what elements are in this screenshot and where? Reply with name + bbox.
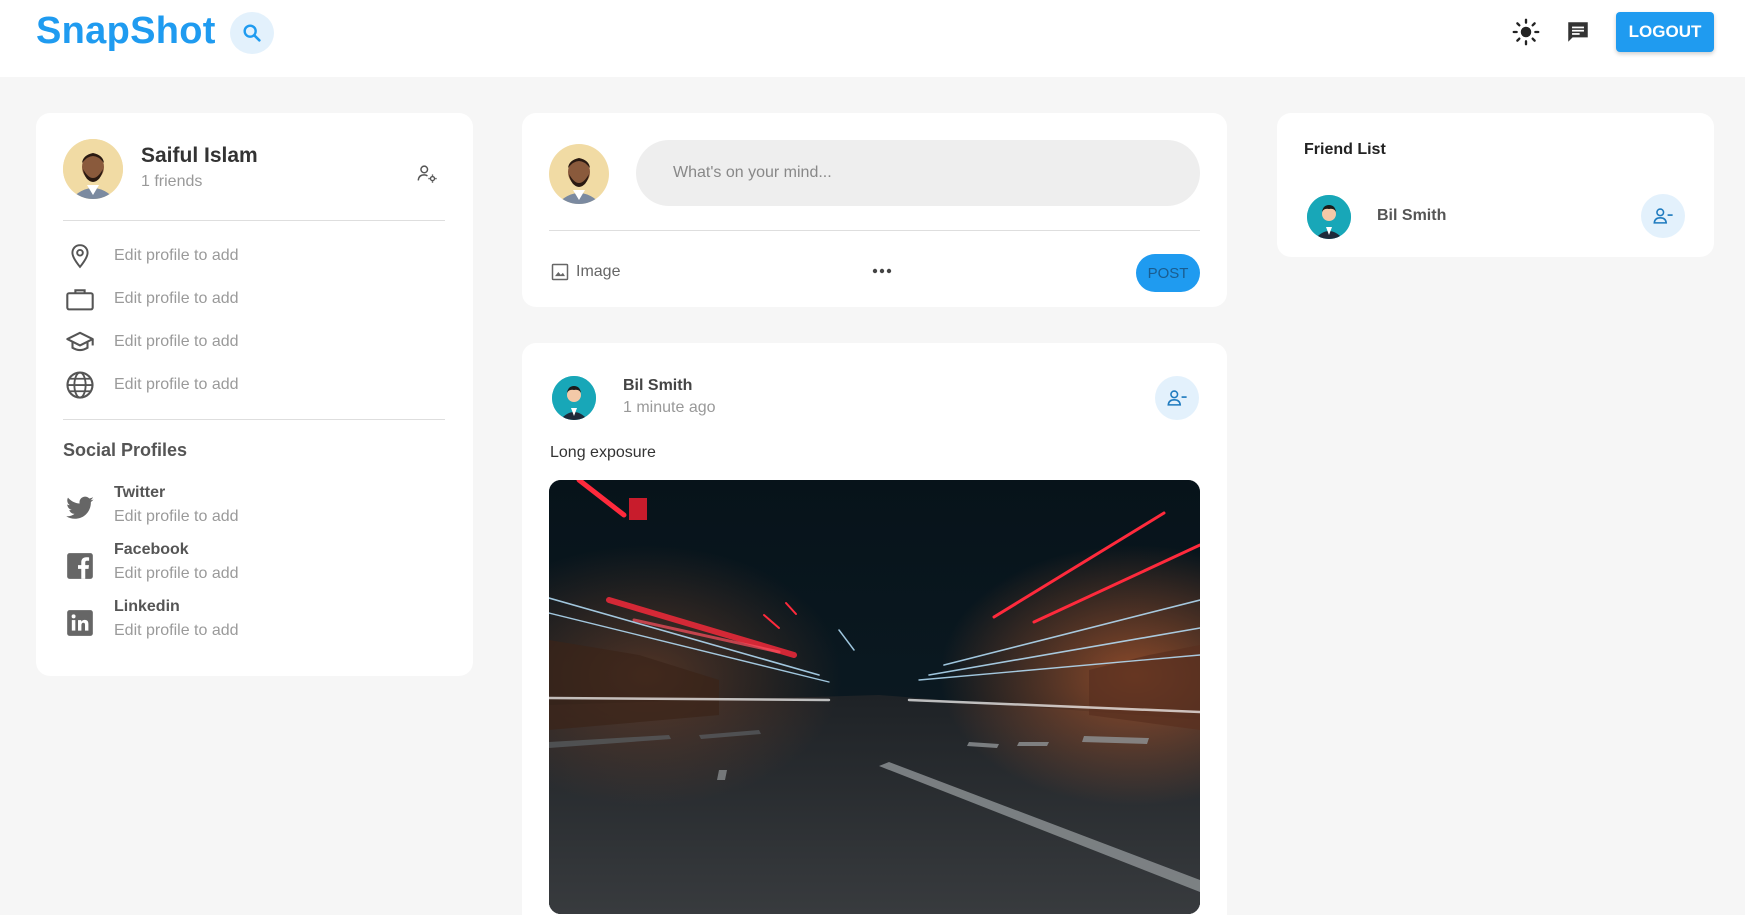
social-text: Edit profile to add: [114, 508, 239, 525]
more-horiz-icon: [872, 268, 892, 274]
user-avatar-icon: [1307, 195, 1351, 239]
divider: [63, 419, 445, 420]
theme-toggle-button[interactable]: [1510, 16, 1542, 48]
user-photo-icon: [63, 139, 123, 199]
social-name[interactable]: Twitter: [114, 484, 165, 502]
briefcase-icon: [66, 289, 94, 311]
info-row-website: Edit profile to add: [62, 368, 239, 402]
image-icon: [551, 263, 569, 281]
location-icon: [71, 244, 89, 269]
messages-button[interactable]: [1562, 16, 1594, 48]
social-text: Edit profile to add: [114, 565, 239, 582]
chat-icon: [1568, 22, 1588, 42]
image-upload-button[interactable]: Image: [550, 260, 620, 284]
avatar: [549, 144, 609, 204]
search-button[interactable]: [230, 12, 274, 54]
post-time: 1 minute ago: [623, 399, 716, 416]
friends-count: 1 friends: [141, 173, 203, 190]
linkedin-icon: [67, 610, 93, 636]
logout-button[interactable]: LOGOUT: [1616, 12, 1714, 52]
info-row-work: Edit profile to add: [62, 282, 239, 316]
author-avatar[interactable]: [552, 376, 596, 420]
user-avatar-icon: [552, 376, 596, 420]
post-image[interactable]: [549, 480, 1200, 914]
profile-name[interactable]: Saiful Islam: [141, 144, 258, 168]
long-exposure-photo: [549, 480, 1200, 914]
friend-name[interactable]: Bil Smith: [1377, 207, 1446, 225]
info-text: Edit profile to add: [114, 376, 239, 393]
post-input[interactable]: What's on your mind...: [636, 140, 1200, 206]
info-row-location: Edit profile to add: [62, 239, 239, 273]
social-name[interactable]: Facebook: [114, 541, 189, 559]
avatar[interactable]: [63, 139, 123, 199]
twitter-icon: [66, 496, 94, 519]
graduation-cap-icon: [66, 331, 94, 352]
social-name[interactable]: Linkedin: [114, 598, 180, 616]
post-caption: Long exposure: [550, 444, 656, 461]
manage-account-icon: [417, 165, 437, 183]
facebook-icon: [67, 553, 93, 579]
image-label: Image: [576, 263, 621, 280]
search-icon: [243, 24, 261, 42]
friend-list-card: Friend List Bil Smith: [1277, 113, 1714, 257]
info-text: Edit profile to add: [114, 333, 239, 350]
post-composer: What's on your mind... Image POST: [522, 113, 1227, 307]
manage-account-button[interactable]: [412, 159, 442, 189]
person-remove-icon: [1167, 390, 1187, 406]
user-photo-icon: [549, 144, 609, 204]
divider: [63, 220, 445, 221]
friend-avatar[interactable]: [1307, 195, 1351, 239]
remove-friend-button[interactable]: [1641, 194, 1685, 238]
post-card: Bil Smith 1 minute ago Long exposure: [522, 343, 1227, 915]
app-logo[interactable]: SnapShot: [36, 10, 216, 53]
top-bar: SnapShot LOGOUT: [0, 0, 1745, 77]
friend-list-title: Friend List: [1304, 141, 1386, 158]
info-text: Edit profile to add: [114, 247, 239, 264]
social-text: Edit profile to add: [114, 622, 239, 639]
globe-icon: [66, 371, 94, 399]
post-author[interactable]: Bil Smith: [623, 377, 692, 395]
post-button[interactable]: POST: [1136, 254, 1200, 292]
divider: [549, 230, 1200, 231]
person-remove-icon: [1653, 208, 1673, 224]
info-text: Edit profile to add: [114, 290, 239, 307]
remove-friend-button[interactable]: [1155, 376, 1199, 420]
sun-icon: [1512, 18, 1540, 46]
profile-card: Saiful Islam 1 friends Edit profile to a…: [36, 113, 473, 676]
social-profiles-heading: Social Profiles: [63, 440, 188, 460]
info-row-education: Edit profile to add: [62, 325, 239, 359]
more-options-button[interactable]: [868, 259, 896, 283]
